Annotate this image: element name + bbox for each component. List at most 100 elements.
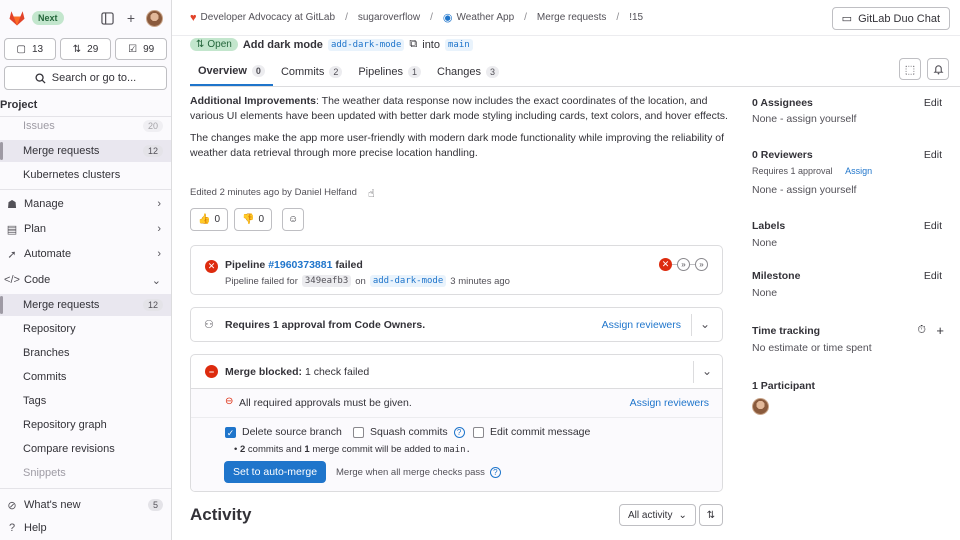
sidebar-item-repository-graph[interactable]: Repository graph — [0, 414, 171, 436]
breadcrumb-section[interactable]: Merge requests — [537, 12, 606, 23]
participant-avatar[interactable] — [752, 398, 769, 415]
merge-request-icon: ⇅ — [72, 43, 82, 55]
next-badge[interactable]: Next — [32, 11, 64, 25]
sidebar-item-repository[interactable]: Repository — [0, 318, 171, 340]
help-question-icon[interactable]: ? — [489, 467, 501, 478]
sidebar-item-manage[interactable]: ☗ Manage › — [0, 193, 171, 215]
labels-section: Labels Edit None — [752, 220, 944, 249]
add-reaction-button[interactable]: ☺ — [282, 208, 305, 231]
sidebar-item-issues[interactable]: Issues 20 — [0, 117, 171, 135]
sidebar-item-help[interactable]: ? Help — [0, 517, 171, 539]
edited-note: Edited 2 minutes ago by Daniel Helfand — [190, 187, 357, 198]
edit-commit-checkbox[interactable] — [473, 426, 484, 438]
sidebar-item-label: Commits — [23, 371, 67, 383]
check-text: All required approvals must be given. — [239, 397, 412, 409]
reviewers-req-text: Requires 1 approval — [752, 166, 833, 176]
pipeline-failed-icon[interactable]: ✕ — [205, 260, 218, 273]
source-branch[interactable]: add-dark-mode — [327, 38, 405, 51]
reviewers-value[interactable]: None - assign yourself — [752, 184, 944, 196]
target-branch[interactable]: main — [445, 38, 473, 51]
activity-heading: Activity — [190, 505, 252, 524]
merge-widget: − Merge blocked: 1 check failed ⌄ ⊖ All … — [190, 354, 723, 492]
summary-merge-count: 1 — [304, 444, 310, 455]
duo-chat-button[interactable]: ▭ GitLab Duo Chat — [831, 7, 950, 30]
assignees-edit-link[interactable]: Edit — [924, 97, 942, 109]
chevron-down-icon[interactable]: ⌄ — [702, 364, 712, 378]
assignees-value[interactable]: None - assign yourself — [752, 113, 944, 125]
reviewers-edit-link[interactable]: Edit — [924, 149, 942, 161]
chevron-down-icon[interactable]: ⌄ — [700, 317, 710, 331]
copy-icon[interactable]: ⧉ — [409, 38, 417, 51]
breadcrumb-separator: / — [345, 12, 348, 23]
edit-commit-label: Edit commit message — [490, 426, 591, 438]
sidebar-item-label: Repository — [23, 323, 76, 335]
open-sidebar-button[interactable]: ⬚ — [899, 58, 921, 80]
stage-skipped-icon[interactable]: » — [695, 258, 708, 271]
thumbs-down-count: 0 — [258, 214, 265, 225]
chevron-down-icon: ⌄ — [678, 509, 687, 521]
pipeline-stages: ✕ » » — [659, 258, 708, 271]
edited-by-user[interactable]: Daniel Helfand — [295, 187, 357, 198]
breadcrumb-user[interactable]: sugaroverflow — [358, 12, 420, 23]
pipeline-branch[interactable]: add-dark-mode — [369, 275, 447, 287]
milestone-value: None — [752, 287, 778, 299]
collapse-sidebar-icon[interactable] — [98, 9, 116, 27]
activity-filter-dropdown[interactable]: All activity ⌄ — [619, 504, 696, 526]
tab-overview[interactable]: Overview 0 — [190, 58, 273, 86]
milestone-edit-link[interactable]: Edit — [924, 270, 942, 282]
labels-title: Labels — [752, 220, 786, 232]
activity-sort-button[interactable]: ⇅ — [699, 504, 723, 526]
squash-checkbox[interactable] — [353, 426, 364, 438]
merge-requests-count-button[interactable]: ⇅ 29 — [59, 38, 112, 60]
edit-commit-option[interactable]: Edit commit message — [473, 426, 590, 438]
sidebar-item-commits[interactable]: Commits — [0, 366, 171, 388]
search-button[interactable]: Search or go to... — [4, 66, 167, 90]
sidebar-item-automate[interactable]: ➚ Automate › — [0, 243, 171, 265]
rocket-icon: ➚ — [7, 248, 17, 261]
user-avatar[interactable] — [146, 9, 163, 27]
sidebar-item-snippets[interactable]: Snippets — [0, 462, 171, 484]
reviewers-assign-link[interactable]: Assign — [845, 166, 872, 176]
tab-changes[interactable]: Changes 3 — [429, 58, 507, 86]
sidebar-item-kubernetes-clusters[interactable]: Kubernetes clusters — [0, 164, 171, 186]
help-question-icon[interactable]: ? — [453, 426, 465, 438]
labels-edit-link[interactable]: Edit — [924, 220, 942, 232]
sidebar-item-plan[interactable]: ▤ Plan › — [0, 218, 171, 240]
commit-sha[interactable]: 349eafb3 — [301, 275, 352, 287]
delete-branch-option[interactable]: ✓ Delete source branch — [225, 426, 342, 438]
stage-skipped-icon[interactable]: » — [677, 258, 690, 271]
search-label: Search or go to... — [51, 72, 137, 84]
pipeline-detail: Pipeline failed for 349eafb3 on add-dark… — [225, 275, 510, 287]
create-new-icon[interactable]: + — [122, 9, 140, 27]
breadcrumb-mr[interactable]: !15 — [629, 12, 643, 23]
sidebar-item-whats-new[interactable]: ⊘ What's new 5 — [0, 494, 171, 516]
add-time-icon[interactable]: + — [936, 323, 944, 338]
sidebar-item-badge: 12 — [142, 299, 163, 311]
thumbs-down-button[interactable]: 👎 0 — [234, 208, 273, 231]
sidebar-item-tags[interactable]: Tags — [0, 390, 171, 412]
notifications-button[interactable] — [927, 58, 949, 80]
sidebar-item-branches[interactable]: Branches — [0, 342, 171, 364]
participants-section: 1 Participant — [752, 380, 944, 415]
stage-failed-icon[interactable]: ✕ — [659, 258, 672, 271]
assign-reviewers-link[interactable]: Assign reviewers — [602, 319, 681, 331]
delete-branch-checkbox[interactable]: ✓ — [225, 426, 236, 438]
auto-merge-button[interactable]: Set to auto-merge — [224, 461, 327, 483]
sidebar-item-compare-revisions[interactable]: Compare revisions — [0, 438, 171, 460]
issues-count-button[interactable]: ▢ 13 — [4, 38, 56, 60]
breadcrumb-project[interactable]: Weather App — [457, 12, 515, 23]
sidebar-item-code[interactable]: </> Code ⌄ — [0, 269, 171, 291]
tab-pipelines[interactable]: Pipelines 1 — [350, 58, 429, 86]
description-bold-lead: Additional Improvements — [190, 95, 317, 107]
tab-commits[interactable]: Commits 2 — [273, 58, 350, 86]
stopwatch-icon[interactable]: ⏱ — [917, 324, 926, 337]
sidebar-item-merge-requests[interactable]: Merge requests 12 — [0, 294, 171, 316]
todos-count-button[interactable]: ☑ 99 — [115, 38, 168, 60]
squash-option[interactable]: Squash commits ? — [353, 426, 465, 438]
breadcrumb-group[interactable]: Developer Advocacy at GitLab — [201, 12, 336, 23]
check-assign-reviewers-link[interactable]: Assign reviewers — [630, 397, 709, 409]
pipeline-id-link[interactable]: #1960373881 — [268, 259, 332, 271]
sidebar-item-merge-requests-pinned[interactable]: Merge requests 12 — [0, 140, 171, 162]
thumbs-up-button[interactable]: 👍 0 — [190, 208, 229, 231]
gitlab-logo-icon[interactable] — [8, 9, 26, 27]
